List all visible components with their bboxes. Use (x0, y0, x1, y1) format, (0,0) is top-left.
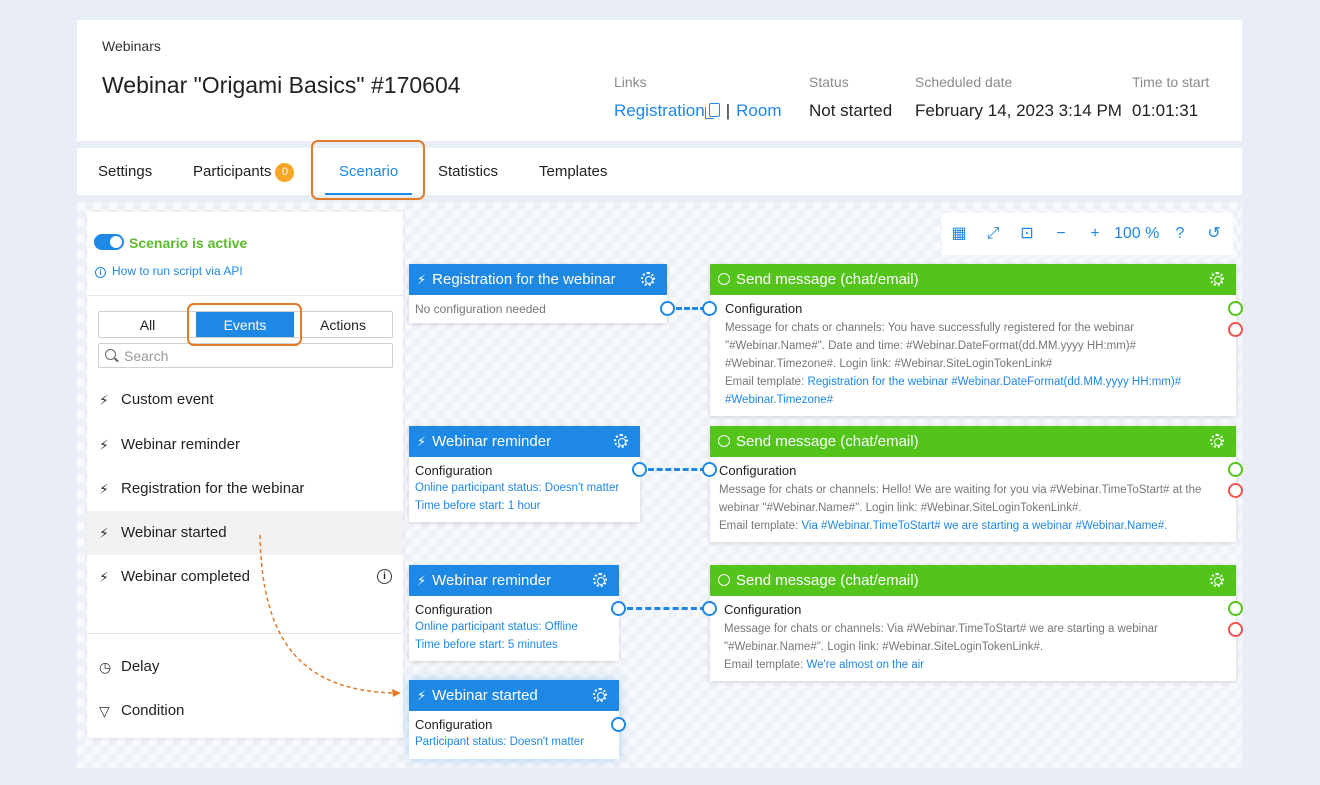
drag-hint-arrow (259, 534, 401, 697)
